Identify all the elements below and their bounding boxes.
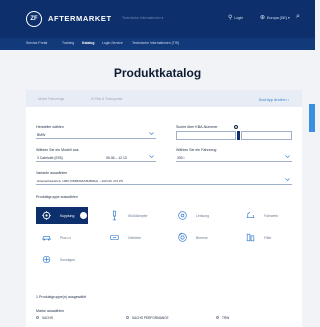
chevron-down-icon bbox=[149, 131, 154, 136]
group-tile-filter[interactable]: Filter bbox=[240, 229, 292, 246]
car-icon bbox=[41, 232, 52, 243]
brand-name: SACHS PERFORMANCE bbox=[132, 316, 169, 320]
group-tile-kupplung[interactable]: Kupplung bbox=[36, 207, 88, 224]
group-name: Lenkung bbox=[196, 213, 210, 218]
my-vehicles-label[interactable]: Meine Fahrzeuge bbox=[38, 97, 64, 101]
manufacturer-select[interactable]: BMW bbox=[36, 130, 156, 139]
misc-icon bbox=[41, 254, 52, 265]
group-name: Filter bbox=[264, 235, 272, 240]
group-tile-fahrwerk[interactable]: Fahrwerk bbox=[240, 207, 292, 224]
group-name: Bremse bbox=[196, 235, 208, 240]
shock-absorber-icon bbox=[109, 210, 120, 221]
variant-value: Hinterachsantrieb, 1960 (N53B30A/N52B30A… bbox=[37, 178, 124, 183]
manufacturer-label: Hersteller wählen bbox=[36, 125, 64, 129]
model-select[interactable]: 3 Cabriolet (E93) 06.06 – 12.13 bbox=[36, 153, 156, 162]
brand-name: TRW bbox=[222, 316, 230, 320]
page-title: Produktkatalog bbox=[113, 66, 202, 80]
brand-name: AFTERMARKET bbox=[48, 14, 112, 23]
brand-radio-sachs-performance[interactable] bbox=[126, 316, 129, 319]
catalog-card: Meine Fahrzeuge ⊟ Pkw & Transporter Such… bbox=[26, 90, 302, 327]
group-tile-pkw-lv[interactable]: Pkw-Lv bbox=[36, 229, 88, 246]
top-header: ZF AFTERMARKET Technische Informationen … bbox=[0, 0, 315, 38]
variant-select[interactable]: Hinterachsantrieb, 1960 (N53B30A/N52B30A… bbox=[36, 176, 292, 185]
brake-icon bbox=[177, 232, 188, 243]
selected-indicator bbox=[80, 212, 87, 219]
vehicle-value: 330 i bbox=[177, 155, 185, 160]
variant-label: Variante auswählen bbox=[36, 171, 68, 175]
model-value: 3 Cabriolet (E93) bbox=[37, 155, 63, 160]
manufacturer-value: BMW bbox=[37, 132, 46, 137]
vehicle-label: Wählen Sie ein Fahrzeug bbox=[176, 148, 217, 152]
kba-label: Suche über KBA-Nummer bbox=[176, 125, 218, 129]
group-name: Pkw-Lv bbox=[60, 235, 72, 240]
login-link[interactable]: ⚲ Login bbox=[228, 15, 243, 21]
gearbox-icon bbox=[109, 232, 120, 243]
nav-item-tis[interactable]: Technische Informationen (TIS) bbox=[132, 41, 179, 45]
chevron-down-icon bbox=[149, 154, 154, 159]
group-tile-bremse[interactable]: Bremse bbox=[172, 229, 224, 246]
group-name: Getriebe bbox=[128, 235, 142, 240]
model-years: 06.06 – 12.13 bbox=[106, 155, 127, 160]
model-label: Wählen Sie ein Modell aus bbox=[36, 148, 79, 152]
brand-name: SACHS bbox=[42, 316, 53, 320]
change-search-type-link[interactable]: Suchtyp ändern › bbox=[259, 97, 289, 102]
group-label: Produktgruppe auswählen bbox=[36, 195, 78, 199]
kba-separator bbox=[237, 131, 240, 140]
brand-label: Marke auswählen bbox=[36, 309, 65, 313]
nav-item-service-portal[interactable]: Service-Portal bbox=[26, 41, 47, 45]
brand-radio-sachs[interactable] bbox=[36, 316, 39, 319]
login-label: Login bbox=[234, 16, 244, 20]
nav-item-training[interactable]: Training bbox=[62, 41, 74, 45]
zf-logo-icon[interactable]: ZF bbox=[26, 11, 42, 27]
search-icon: ⌕ bbox=[296, 13, 300, 20]
filter-icon bbox=[245, 232, 256, 243]
top-dropdown[interactable]: Technische Informationen ▾ bbox=[122, 16, 163, 20]
region-label: Europa (DE) ▾ bbox=[267, 16, 290, 20]
selected-count: 1 Produktgruppe(n) ausgewählt bbox=[36, 295, 87, 299]
vehicle-select[interactable]: 330 i bbox=[176, 153, 292, 162]
feedback-tab[interactable] bbox=[309, 104, 315, 132]
kba-input-2[interactable] bbox=[241, 131, 292, 140]
brand-radio-trw[interactable] bbox=[216, 316, 219, 319]
kba-input-1[interactable] bbox=[176, 131, 236, 140]
search-button[interactable]: ⌕ bbox=[296, 13, 300, 20]
vehicle-type-label[interactable]: ⊟ Pkw & Transporter bbox=[91, 97, 123, 101]
user-icon: ⚲ bbox=[228, 15, 233, 21]
group-tile-getriebe[interactable]: Getriebe bbox=[104, 229, 156, 246]
group-name: Kupplung bbox=[60, 213, 75, 218]
nav-item-katalog[interactable]: Katalog bbox=[82, 41, 94, 45]
suspension-icon bbox=[245, 210, 256, 221]
chevron-down-icon bbox=[285, 177, 290, 182]
region-selector[interactable]: ⊕ Europa (DE) ▾ bbox=[260, 15, 290, 21]
chevron-down-icon bbox=[285, 154, 290, 159]
globe-icon: ⊕ bbox=[260, 15, 266, 21]
nav-bar: Service-Portal Training Katalog Login-Se… bbox=[0, 38, 315, 50]
group-tile-sonstiges[interactable]: Sonstiges bbox=[36, 251, 88, 268]
group-tile-stossdaempfer[interactable]: Stoßdämpfer bbox=[104, 207, 156, 224]
info-icon[interactable]: i bbox=[234, 125, 238, 129]
clutch-icon bbox=[41, 210, 52, 221]
group-name: Sonstiges bbox=[60, 257, 75, 262]
steering-icon bbox=[177, 210, 188, 221]
vehicle-bar: Meine Fahrzeuge ⊟ Pkw & Transporter Such… bbox=[26, 90, 302, 107]
nav-item-login-service[interactable]: Login-Service bbox=[102, 41, 123, 45]
group-tile-lenkung[interactable]: Lenkung bbox=[172, 207, 224, 224]
group-name: Stoßdämpfer bbox=[128, 213, 148, 218]
group-name: Fahrwerk bbox=[264, 213, 279, 218]
